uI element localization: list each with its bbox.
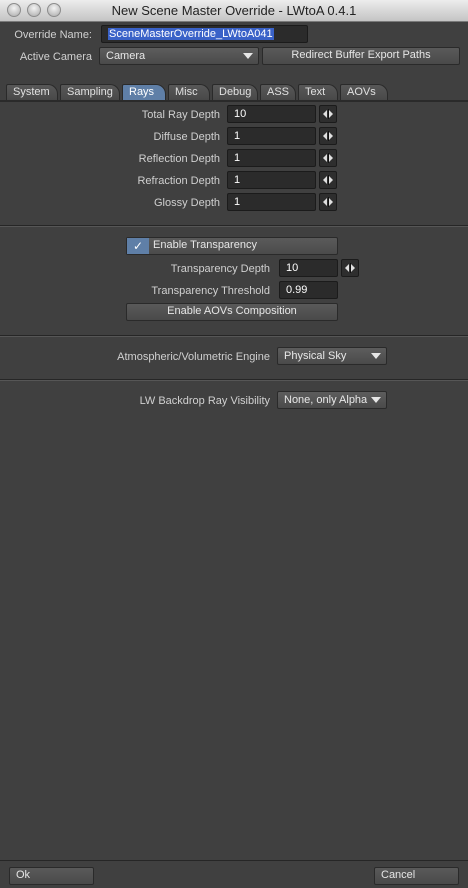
glossy-depth-stepper[interactable] <box>319 193 337 211</box>
window-title: New Scene Master Override - LWtoA 0.4.1 <box>111 3 357 18</box>
transparency-depth-stepper[interactable] <box>341 259 359 277</box>
arrow-left-icon <box>323 154 327 162</box>
arrow-right-icon <box>329 154 333 162</box>
active-camera-label: Active Camera <box>19 51 92 63</box>
redirect-buffer-export-paths-button[interactable]: Redirect Buffer Export Paths <box>262 47 460 65</box>
arrow-left-icon <box>323 198 327 206</box>
backdrop-ray-visibility-dropdown[interactable]: None, only Alpha <box>277 391 387 409</box>
diffuse-depth-label: Diffuse Depth <box>153 131 220 143</box>
window-titlebar: New Scene Master Override - LWtoA 0.4.1 <box>0 0 468 22</box>
atmospheric-engine-label: Atmospheric/Volumetric Engine <box>117 351 270 363</box>
backdrop-ray-visibility-value: None, only Alpha <box>284 394 368 406</box>
arrow-right-icon <box>329 132 333 140</box>
arrow-left-icon <box>323 132 327 140</box>
enable-aovs-composition-toggle[interactable]: Enable AOVs Composition <box>126 303 338 321</box>
arrow-right-icon <box>329 198 333 206</box>
reflection-depth-stepper[interactable] <box>319 149 337 167</box>
arrow-left-icon <box>323 110 327 118</box>
refraction-depth-stepper[interactable] <box>319 171 337 189</box>
enable-transparency-label: Enable Transparency <box>153 239 257 251</box>
transparency-threshold-label: Transparency Threshold <box>151 285 270 297</box>
active-camera-value: Camera <box>106 50 146 62</box>
atmospheric-engine-dropdown[interactable]: Physical Sky <box>277 347 387 365</box>
tab-bar-divider <box>0 100 468 102</box>
reflection-depth-input[interactable]: 1 <box>227 149 316 167</box>
arrow-left-icon <box>323 176 327 184</box>
tab-misc[interactable]: Misc <box>168 84 210 101</box>
total-ray-depth-input[interactable]: 10 <box>227 105 316 123</box>
active-camera-dropdown[interactable]: Camera <box>99 47 259 65</box>
tab-rays[interactable]: Rays <box>122 84 166 101</box>
diffuse-depth-stepper[interactable] <box>319 127 337 145</box>
tab-sampling[interactable]: Sampling <box>60 84 120 101</box>
enable-transparency-checkbox[interactable]: ✓ Enable Transparency <box>126 237 338 255</box>
backdrop-ray-visibility-label: LW Backdrop Ray Visibility <box>139 395 270 407</box>
atmospheric-engine-value: Physical Sky <box>284 350 347 362</box>
checkmark-icon: ✓ <box>127 238 149 254</box>
tab-system[interactable]: System <box>6 84 58 101</box>
transparency-threshold-input[interactable]: 0.99 <box>279 281 338 299</box>
override-name-input[interactable]: SceneMasterOverride_LWtoA041 <box>101 25 308 43</box>
refraction-depth-input[interactable]: 1 <box>227 171 316 189</box>
section-divider <box>0 225 468 226</box>
arrow-right-icon <box>329 110 333 118</box>
arrow-right-icon <box>351 264 355 272</box>
reflection-depth-label: Reflection Depth <box>138 153 220 165</box>
arrow-right-icon <box>329 176 333 184</box>
arrow-left-icon <box>345 264 349 272</box>
footer-divider <box>0 860 468 861</box>
override-name-label: Override Name: <box>14 29 92 41</box>
refraction-depth-label: Refraction Depth <box>137 175 220 187</box>
total-ray-depth-label: Total Ray Depth <box>141 109 220 121</box>
chevron-down-icon <box>371 353 381 359</box>
tab-debug[interactable]: Debug <box>212 84 258 101</box>
override-name-value: SceneMasterOverride_LWtoA041 <box>108 28 274 40</box>
glossy-depth-label: Glossy Depth <box>153 197 220 209</box>
section-divider <box>0 379 468 380</box>
glossy-depth-input[interactable]: 1 <box>227 193 316 211</box>
ok-button[interactable]: Ok <box>9 867 94 885</box>
transparency-depth-label: Transparency Depth <box>170 263 270 275</box>
chevron-down-icon <box>371 397 381 403</box>
tab-ass[interactable]: ASS <box>260 84 296 101</box>
tab-text[interactable]: Text <box>298 84 338 101</box>
section-divider <box>0 335 468 336</box>
cancel-button[interactable]: Cancel <box>374 867 459 885</box>
transparency-depth-input[interactable]: 10 <box>279 259 338 277</box>
total-ray-depth-stepper[interactable] <box>319 105 337 123</box>
tab-aovs[interactable]: AOVs <box>340 84 388 101</box>
chevron-down-icon <box>243 53 253 59</box>
diffuse-depth-input[interactable]: 1 <box>227 127 316 145</box>
